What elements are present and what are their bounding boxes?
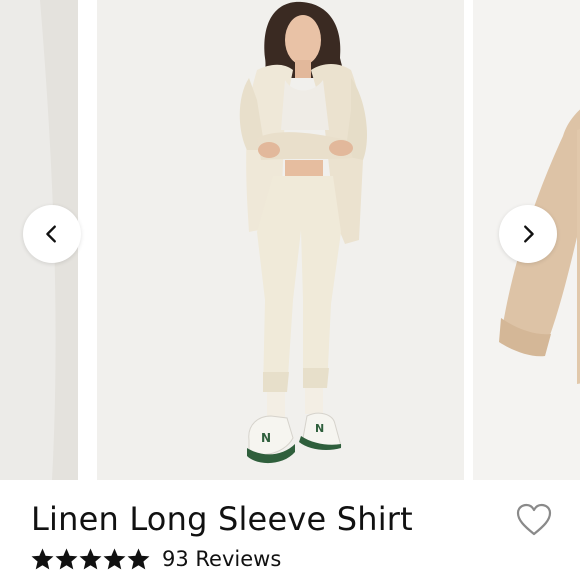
star-icon xyxy=(103,548,126,569)
chevron-right-icon xyxy=(524,225,534,243)
star-icon xyxy=(79,548,102,569)
svg-text:N: N xyxy=(315,422,324,435)
reviews-link[interactable]: 93 Reviews xyxy=(162,547,281,571)
product-rating: 93 Reviews xyxy=(31,547,281,571)
rating-stars xyxy=(31,548,150,571)
carousel-prev-button[interactable] xyxy=(23,205,81,263)
star-icon xyxy=(127,548,150,569)
svg-text:N: N xyxy=(261,431,271,445)
product-image-carousel[interactable]: N N xyxy=(0,0,580,480)
star-icon xyxy=(31,548,54,569)
favorite-button[interactable] xyxy=(514,502,554,538)
carousel-next-button[interactable] xyxy=(499,205,557,263)
star-icon xyxy=(55,548,78,569)
product-title: Linen Long Sleeve Shirt xyxy=(31,500,413,538)
carousel-slide-current[interactable]: N N xyxy=(97,0,464,480)
chevron-left-icon xyxy=(46,225,56,243)
main-product-image: N N xyxy=(97,0,464,480)
heart-outline-icon xyxy=(516,503,552,536)
